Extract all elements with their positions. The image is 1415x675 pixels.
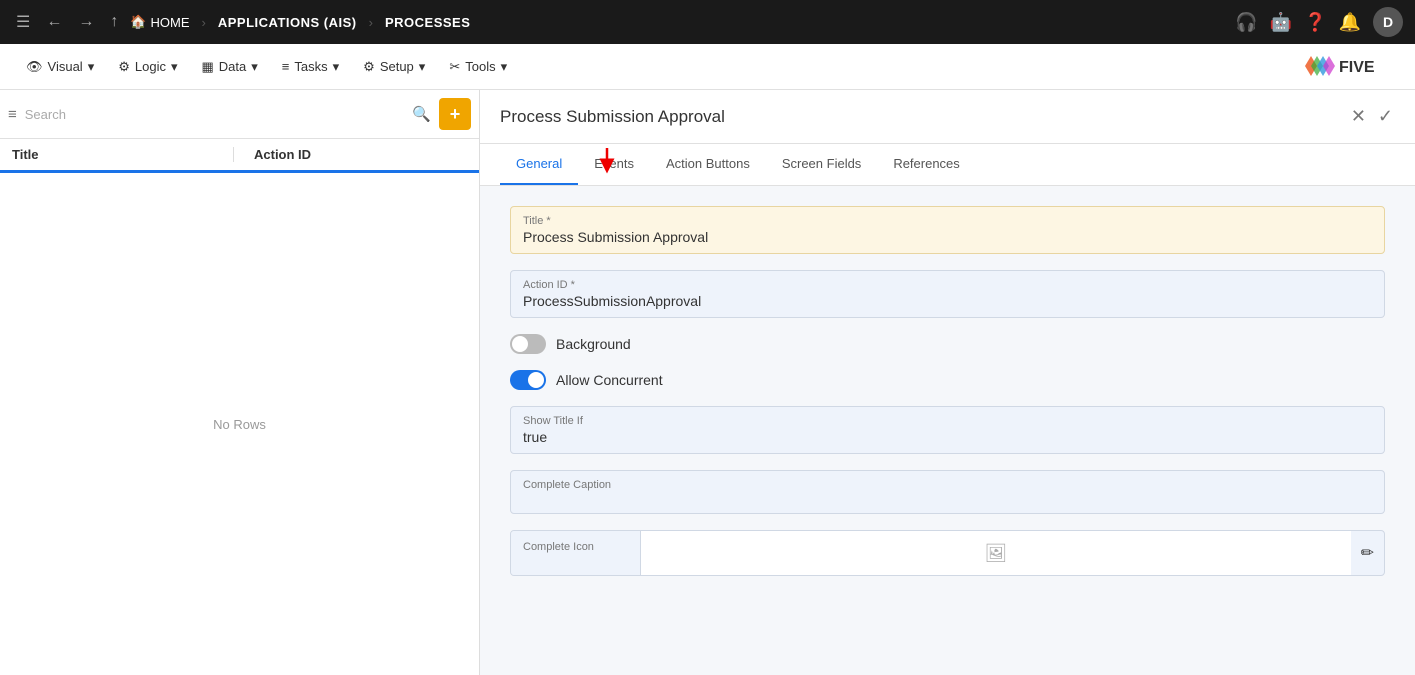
col-divider	[233, 147, 234, 162]
data-label: Data	[219, 59, 246, 74]
icon-field-container: Complete Icon 🖼 ✏	[510, 530, 1385, 576]
search-icon[interactable]: 🔍	[412, 105, 431, 123]
nav-tasks[interactable]: ≡ Tasks ▾	[272, 53, 349, 81]
tools-icon: ✂	[449, 59, 460, 75]
top-nav: ☰ ← → ↑ 🏠 HOME › APPLICATIONS (AIS) › PR…	[0, 0, 1415, 44]
home-label: HOME	[151, 15, 190, 30]
svg-text:FIVE: FIVE	[1339, 59, 1375, 76]
visual-arrow: ▾	[88, 59, 95, 75]
setup-label: Setup	[380, 59, 414, 74]
setup-icon: ⚙	[363, 59, 375, 75]
up-icon[interactable]: ↑	[106, 9, 122, 35]
back-icon[interactable]: ←	[42, 9, 66, 35]
nav-setup[interactable]: ⚙ Setup ▾	[353, 53, 435, 81]
tab-action-buttons[interactable]: Action Buttons	[650, 144, 766, 185]
allow-concurrent-row: Allow Concurrent	[510, 370, 1385, 390]
headset-icon[interactable]: 🎧	[1235, 12, 1257, 33]
action-id-value[interactable]: ProcessSubmissionApproval	[523, 293, 1372, 309]
menu-icon[interactable]: ☰	[12, 8, 34, 36]
add-button[interactable]: +	[439, 98, 471, 130]
bot-icon[interactable]: 🤖	[1270, 12, 1292, 33]
data-arrow: ▾	[251, 59, 258, 75]
title-field: Title * Process Submission Approval	[510, 206, 1385, 254]
col-action-id-header: Action ID	[242, 147, 467, 162]
right-panel: Process Submission Approval ✕ ✓ General …	[480, 90, 1415, 675]
complete-caption-label: Complete Caption	[523, 479, 1372, 491]
pencil-icon: ✏	[1361, 543, 1374, 563]
tab-events[interactable]: Events	[578, 144, 650, 185]
tabs-bar: General Events Action Buttons Scr	[480, 144, 1415, 186]
left-panel: ≡ 🔍 + Title Action ID No Rows	[0, 90, 480, 675]
help-icon[interactable]: ❓	[1304, 12, 1326, 33]
image-placeholder-icon: 🖼	[984, 543, 1007, 564]
tab-general[interactable]: General	[500, 144, 578, 185]
confirm-button[interactable]: ✓	[1376, 104, 1395, 129]
logo: FIVE	[1287, 44, 1399, 90]
main-layout: ≡ 🔍 + Title Action ID No Rows Process Su…	[0, 90, 1415, 675]
tasks-label: Tasks	[294, 59, 327, 74]
panel-actions: ✕ ✓	[1349, 104, 1395, 129]
complete-icon-edit-button[interactable]: ✏	[1351, 531, 1384, 575]
avatar[interactable]: D	[1373, 7, 1403, 37]
tasks-icon: ≡	[282, 59, 290, 74]
complete-caption-field: Complete Caption	[510, 470, 1385, 514]
table-header: Title Action ID	[0, 139, 479, 173]
complete-icon-field: Complete Icon 🖼 ✏	[510, 530, 1385, 576]
home-nav[interactable]: 🏠 HOME	[130, 14, 189, 30]
visual-label: Visual	[48, 59, 83, 74]
logic-arrow: ▾	[171, 59, 178, 75]
show-title-if-label: Show Title If	[523, 415, 1372, 427]
action-id-label: Action ID *	[523, 279, 1372, 291]
home-icon: 🏠	[130, 14, 146, 30]
forward-icon[interactable]: →	[74, 9, 98, 35]
background-toggle-container: Background	[510, 334, 631, 354]
tasks-arrow: ▾	[333, 59, 340, 75]
bell-icon[interactable]: 🔔	[1339, 12, 1361, 33]
table-empty-message: No Rows	[0, 173, 479, 675]
panel-header: Process Submission Approval ✕ ✓	[480, 90, 1415, 144]
background-label: Background	[556, 336, 631, 352]
panel-title: Process Submission Approval	[500, 107, 725, 127]
allow-concurrent-toggle-container: Allow Concurrent	[510, 370, 663, 390]
action-id-field: Action ID * ProcessSubmissionApproval	[510, 270, 1385, 318]
add-icon: +	[450, 104, 461, 125]
nav-visual[interactable]: 👁 Visual ▾	[16, 53, 104, 81]
title-value[interactable]: Process Submission Approval	[523, 229, 1372, 245]
tools-label: Tools	[465, 59, 495, 74]
close-button[interactable]: ✕	[1349, 104, 1368, 129]
complete-icon-label: Complete Icon	[523, 541, 594, 553]
background-row: Background	[510, 334, 1385, 354]
show-title-if-field: Show Title If true	[510, 406, 1385, 454]
search-input[interactable]	[25, 107, 405, 122]
tab-references[interactable]: References	[877, 144, 975, 185]
background-toggle[interactable]	[510, 334, 546, 354]
logic-icon: ⚙	[118, 59, 130, 75]
second-nav: 👁 Visual ▾ ⚙ Logic ▾ ▦ Data ▾ ≡ Tasks ▾ …	[0, 44, 1415, 90]
tools-arrow: ▾	[501, 59, 508, 75]
nav-tools[interactable]: ✂ Tools ▾	[439, 53, 517, 81]
sep2: ›	[369, 15, 373, 30]
logic-label: Logic	[135, 59, 166, 74]
show-title-if-value[interactable]: true	[523, 429, 1372, 445]
complete-icon-preview[interactable]: 🖼	[641, 531, 1351, 575]
title-label: Title *	[523, 215, 1372, 227]
processes-breadcrumb[interactable]: PROCESSES	[385, 15, 470, 30]
visual-icon: 👁	[26, 59, 43, 75]
filter-icon: ≡	[8, 106, 17, 123]
close-icon: ✕	[1351, 106, 1366, 126]
col-title-header: Title	[12, 147, 225, 162]
form-area: Title * Process Submission Approval Acti…	[480, 186, 1415, 675]
check-icon: ✓	[1378, 106, 1393, 126]
applications-breadcrumb[interactable]: APPLICATIONS (AIS)	[218, 15, 357, 30]
allow-concurrent-toggle[interactable]	[510, 370, 546, 390]
sep1: ›	[202, 15, 206, 30]
nav-data[interactable]: ▦ Data ▾	[192, 53, 268, 81]
allow-concurrent-label: Allow Concurrent	[556, 372, 663, 388]
search-bar: ≡ 🔍 +	[0, 90, 479, 139]
nav-logic[interactable]: ⚙ Logic ▾	[108, 53, 187, 81]
data-icon: ▦	[202, 59, 214, 75]
top-nav-right: 🎧 🤖 ❓ 🔔 D	[1235, 7, 1403, 37]
tab-screen-fields[interactable]: Screen Fields	[766, 144, 877, 185]
setup-arrow: ▾	[419, 59, 426, 75]
